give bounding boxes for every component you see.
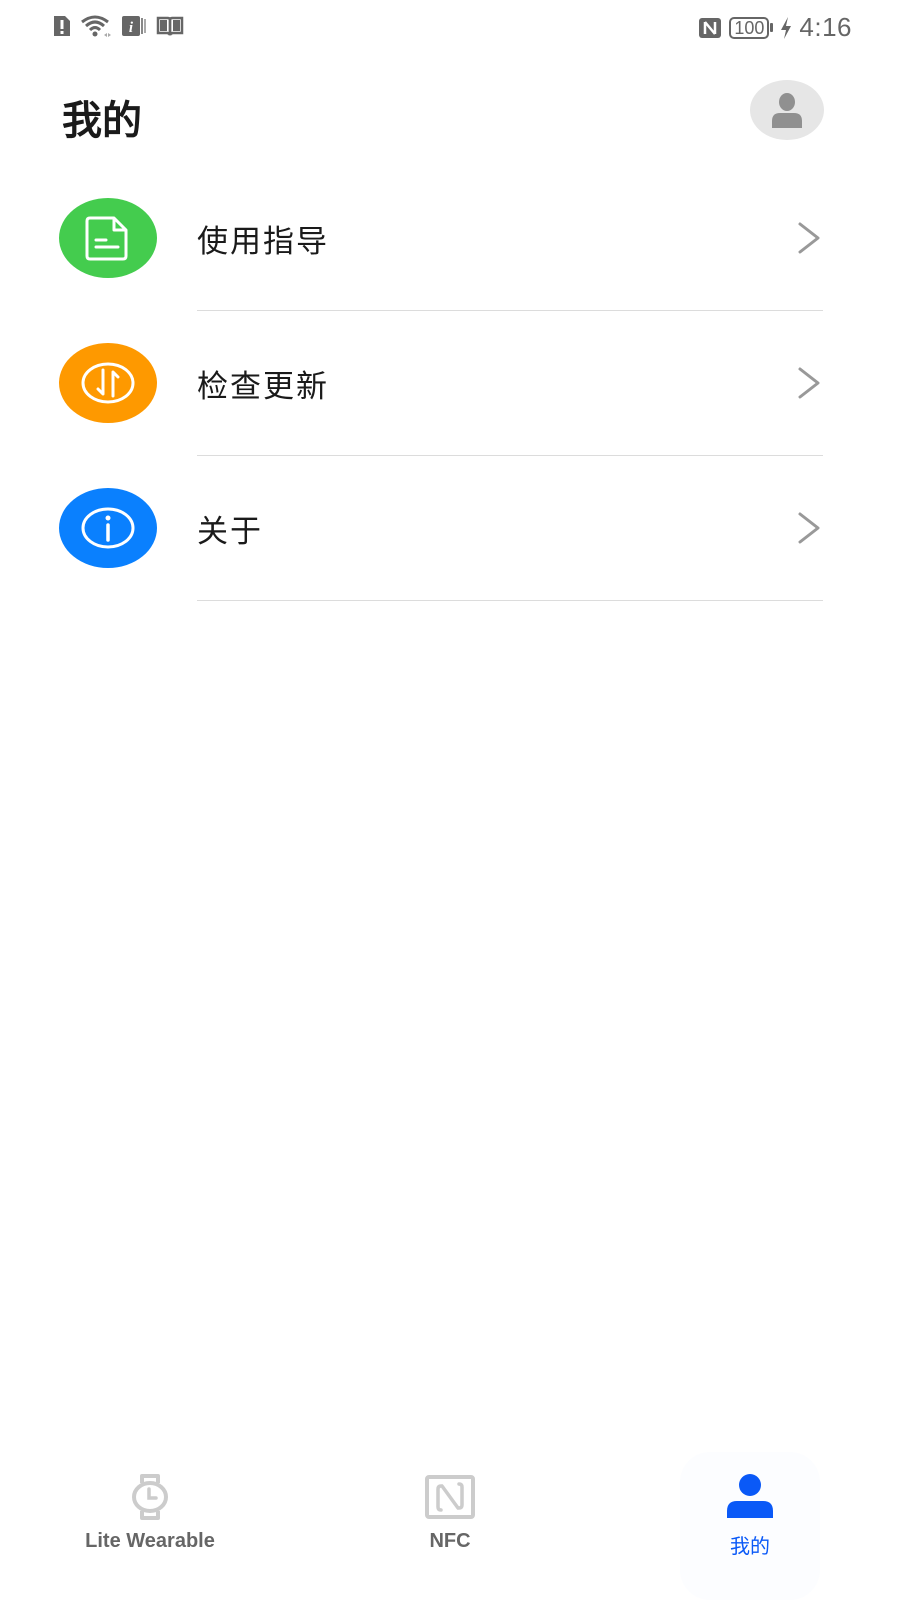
status-left-icons: i [52,14,184,38]
tab-mine[interactable]: 我的 [600,1452,900,1600]
menu-list: 使用指导 检查更新 关于 [0,166,900,601]
menu-icon-bg-update [59,343,157,423]
tab-icon-wrap [123,1470,177,1524]
status-bar: i 100 4:16 [0,0,900,56]
tab-label: NFC [429,1530,471,1552]
battery-level: 100 [729,16,770,39]
menu-icon-bg-about [59,488,157,568]
page-title: 我的 [62,98,142,144]
menu-icon-bg-guide [59,198,157,278]
battery-tip [770,23,774,32]
divider [197,600,823,601]
chevron-right-icon [798,367,820,399]
status-time: 4:16 [799,12,852,42]
status-right: 100 4:16 [697,12,852,43]
tab-icon-wrap [423,1470,477,1524]
wifi-icon [81,15,111,37]
menu-label: 使用指导 [197,224,329,260]
menu-item-user-guide[interactable]: 使用指导 [0,166,900,311]
charging-bolt-icon [781,16,792,39]
battery-indicator: 100 [729,16,774,39]
chevron-right-icon [798,222,820,254]
person-icon [727,1474,773,1518]
menu-item-about[interactable]: 关于 [0,456,900,601]
chevron-right-icon [798,512,820,544]
bottom-tab-bar: Lite Wearable NFC 我的 [0,1452,900,1600]
info-circle-icon [81,507,135,549]
tab-lite-wearable[interactable]: Lite Wearable [0,1452,300,1600]
alert-icon [54,16,70,36]
menu-item-check-update[interactable]: 检查更新 [0,311,900,456]
document-icon [85,216,128,261]
watch-icon [132,1474,168,1520]
nfc-card-icon [425,1475,475,1519]
update-arrows-icon [81,362,135,404]
tab-icon-wrap [723,1470,777,1524]
tab-label: Lite Wearable [85,1530,215,1552]
tab-label: 我的 [730,1534,770,1558]
tab-nfc[interactable]: NFC [300,1452,600,1600]
menu-label: 检查更新 [197,369,329,405]
user-avatar-icon [772,93,802,128]
avatar-button[interactable] [750,80,824,140]
info-icon: i [122,16,146,36]
menu-label: 关于 [197,514,263,550]
book-icon [156,16,184,36]
nfc-icon [699,17,722,38]
